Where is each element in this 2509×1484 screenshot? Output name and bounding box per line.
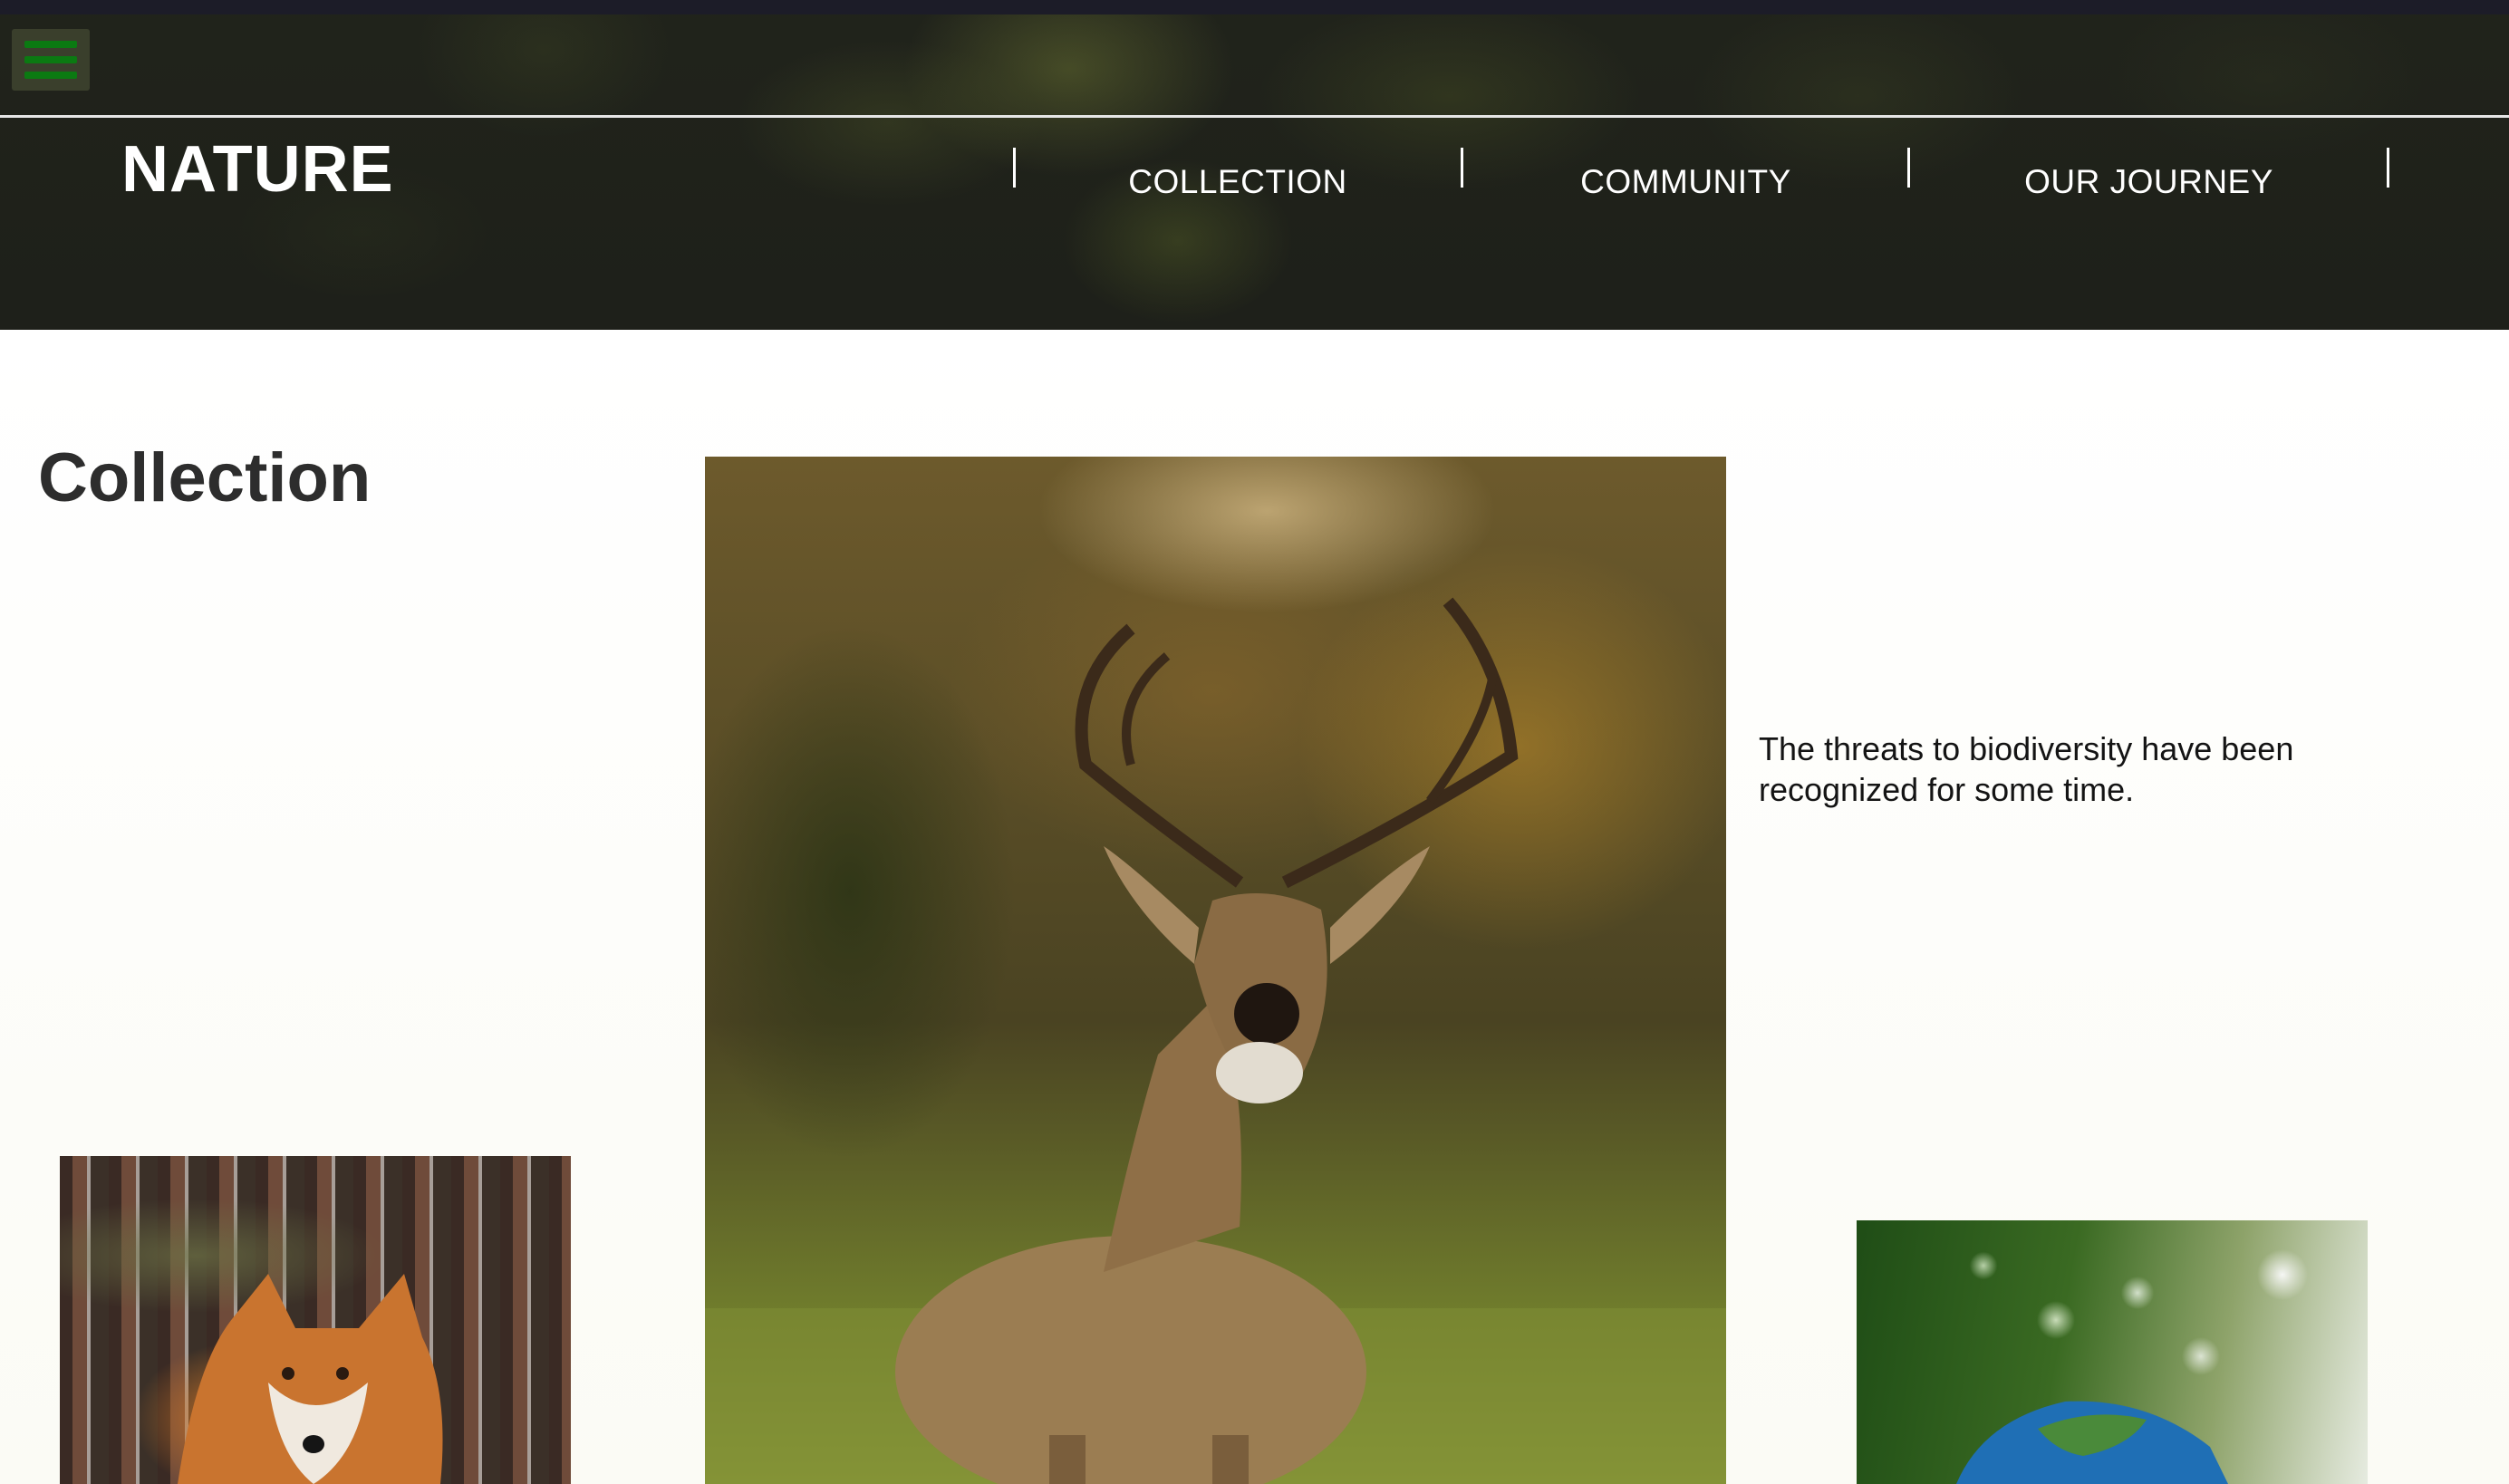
- collection-section: Collection The threats to biodiversity h…: [0, 330, 2509, 1484]
- nav-collection[interactable]: COLLECTION: [1016, 159, 1460, 205]
- nav-separator: [2387, 148, 2389, 188]
- deer-illustration: [705, 597, 1726, 1484]
- menu-bar: [24, 56, 77, 63]
- section-title: Collection: [38, 439, 372, 516]
- parrot-illustration: [1956, 1401, 2228, 1484]
- fox-photo: [60, 1156, 571, 1484]
- deer-photo: [705, 457, 1726, 1484]
- fox-illustration: [178, 1274, 443, 1484]
- nav-community[interactable]: COMMUNITY: [1463, 159, 1908, 205]
- nav-our-journey[interactable]: OUR JOURNEY: [1910, 159, 2388, 205]
- parrot-photo: [1857, 1220, 2368, 1484]
- header-divider-line: [0, 115, 2509, 118]
- menu-bar: [24, 41, 77, 48]
- intro-paragraph: The threats to biodiversity have been re…: [1759, 730, 2294, 808]
- menu-bar: [24, 72, 77, 79]
- top-strip: [0, 0, 2509, 14]
- hamburger-menu-icon[interactable]: [12, 29, 90, 91]
- brand-logo[interactable]: NATURE: [121, 132, 394, 207]
